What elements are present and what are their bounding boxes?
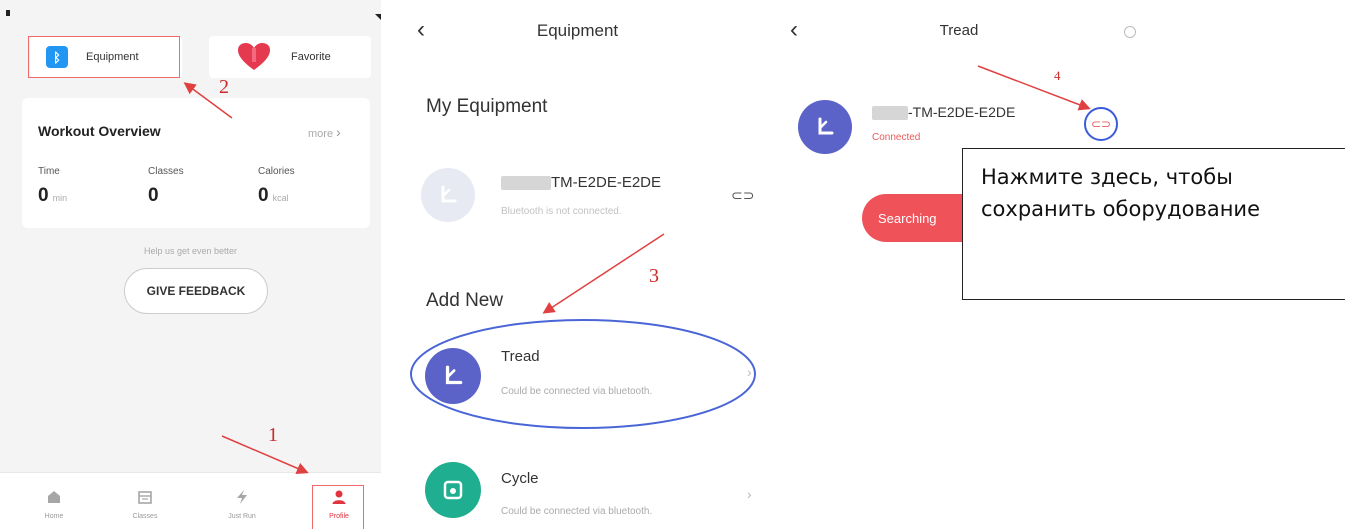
saved-device-status: Bluetooth is not connected. bbox=[501, 206, 622, 217]
bottom-tab-bar: Home Classes Just Run Profile bbox=[0, 472, 381, 529]
step-number-4: 4 bbox=[1054, 68, 1061, 83]
page-title: Equipment bbox=[536, 21, 619, 40]
heart-icon bbox=[238, 43, 270, 70]
step-number-3: 3 bbox=[649, 265, 659, 287]
step-number-1: 1 bbox=[268, 424, 278, 446]
treadmill-icon bbox=[445, 365, 463, 385]
stat-classes-value: 0 bbox=[148, 185, 159, 206]
saved-tread-icon bbox=[421, 168, 475, 222]
help-text: Help us get even better bbox=[143, 246, 238, 256]
blurred-prefix bbox=[872, 106, 908, 121]
page-title: Tread bbox=[939, 22, 979, 39]
home-icon bbox=[48, 491, 60, 503]
back-arrow-icon[interactable]: ‹ bbox=[790, 16, 798, 44]
add-new-heading: Add New bbox=[426, 290, 504, 311]
bike-icon bbox=[443, 480, 463, 500]
treadmill-icon bbox=[818, 117, 834, 135]
tread-sub: Could be connected via bluetooth. bbox=[501, 386, 653, 397]
corner-mark-left bbox=[6, 10, 10, 16]
favorite-tile[interactable]: Favorite bbox=[209, 36, 371, 78]
workout-overview-title: Workout Overview bbox=[38, 123, 161, 139]
tab-classes[interactable]: Classes bbox=[115, 473, 175, 529]
profile-highlight-box bbox=[312, 485, 364, 529]
tread-icon-circle bbox=[425, 348, 481, 404]
link-icon[interactable]: ⊂⊃ bbox=[731, 188, 754, 204]
calendar-icon bbox=[138, 491, 152, 504]
info-icon[interactable] bbox=[1124, 26, 1136, 38]
step-number-2: 2 bbox=[219, 76, 229, 98]
cycle-row[interactable]: Cycle Could be connected via bluetooth. … bbox=[381, 442, 774, 529]
device-status: Connected bbox=[872, 132, 921, 143]
equipment-screen: ‹ Equipment My Equipment TM-E2DE-E2DE Bl… bbox=[381, 0, 774, 529]
treadmill-icon bbox=[441, 185, 457, 203]
tab-home[interactable]: Home bbox=[24, 473, 84, 529]
link-icon: ⊂⊃ bbox=[1090, 117, 1112, 131]
favorite-tile-label: Favorite bbox=[291, 51, 331, 63]
save-link-button[interactable]: ⊂⊃ bbox=[1084, 107, 1118, 141]
give-feedback-button[interactable]: GIVE FEEDBACK bbox=[124, 268, 268, 314]
lightning-icon bbox=[237, 490, 247, 504]
cycle-sub: Could be connected via bluetooth. bbox=[501, 506, 653, 517]
equipment-highlight-box bbox=[28, 36, 180, 78]
tread-name: Tread bbox=[501, 348, 540, 365]
saved-device-name: TM-E2DE-E2DE bbox=[501, 174, 661, 191]
instruction-tooltip: Нажмите здесь, чтобы сохранить оборудова… bbox=[962, 148, 1345, 300]
stat-time-label: Time bbox=[38, 166, 60, 177]
tab-just-run[interactable]: Just Run bbox=[212, 473, 272, 529]
more-link[interactable]: more › bbox=[308, 124, 341, 140]
stat-classes-label: Classes bbox=[148, 166, 184, 177]
chevron-right-icon: › bbox=[336, 124, 341, 140]
my-equipment-heading: My Equipment bbox=[426, 96, 548, 117]
tread-icon-circle bbox=[798, 100, 852, 154]
tread-screen: ‹ Tread -TM-E2DE-E2DE Connected ⊂⊃ 4 Sea… bbox=[774, 0, 1345, 529]
profile-screen: ᛒ Equipment Favorite Workout Overview mo… bbox=[0, 0, 381, 529]
chevron-right-icon: › bbox=[747, 486, 752, 502]
stat-calories-label: Calories bbox=[258, 166, 295, 177]
workout-overview-card bbox=[22, 98, 370, 228]
cycle-name: Cycle bbox=[501, 470, 539, 487]
blurred-prefix bbox=[501, 176, 551, 191]
cycle-icon-circle bbox=[425, 462, 481, 518]
stat-time-value: 0 min bbox=[38, 185, 68, 206]
tread-row[interactable]: Tread Could be connected via bluetooth. … bbox=[381, 332, 774, 422]
chevron-right-icon: › bbox=[747, 364, 752, 380]
device-name: -TM-E2DE-E2DE bbox=[872, 104, 1015, 121]
stat-calories-value: 0 kcal bbox=[258, 185, 289, 206]
